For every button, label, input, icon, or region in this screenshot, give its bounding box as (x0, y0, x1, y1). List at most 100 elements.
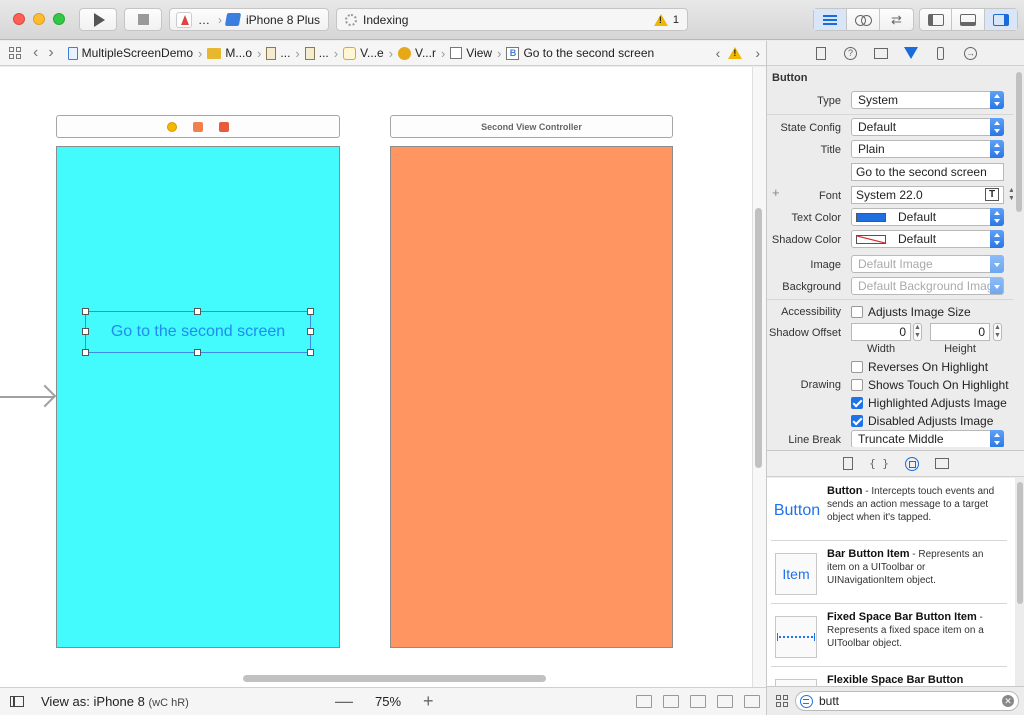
resize-handle[interactable] (194, 349, 201, 356)
clear-icon[interactable]: ✕ (1002, 695, 1014, 707)
shadow-color-popup[interactable]: Default (851, 230, 1004, 248)
list-item[interactable]: Fixed Space Bar Button Item - Represents… (771, 604, 1007, 667)
background-combo[interactable]: Default Background Imag (851, 277, 1004, 295)
scheme-selector[interactable]: … › iPhone 8 Plus (169, 8, 329, 31)
resize-handle[interactable] (82, 328, 89, 335)
scene-dock-first[interactable] (56, 115, 340, 138)
stop-button[interactable] (124, 8, 162, 31)
type-popup[interactable]: System (851, 91, 1004, 109)
back-arrow-icon[interactable]: ‹ (33, 44, 38, 62)
library-scrollbar[interactable] (1017, 482, 1023, 604)
canvas-horizontal-scrollbar[interactable] (243, 675, 546, 682)
resize-handle[interactable] (82, 308, 89, 315)
line-break-popup[interactable]: Truncate Middle (851, 430, 1004, 447)
font-field[interactable]: System 22.0 T (851, 186, 1004, 204)
canvas-vertical-scrollbar[interactable] (755, 208, 762, 468)
resize-handle[interactable] (307, 349, 314, 356)
list-item[interactable]: Button Button - Intercepts touch events … (771, 478, 1007, 541)
title-text-field[interactable]: Go to the second screen (851, 163, 1004, 181)
file-template-library-icon[interactable] (843, 457, 854, 470)
warning-icon[interactable] (728, 47, 743, 59)
width-stepper-icon[interactable]: ▲ ▼ (913, 323, 922, 341)
scene-dock-second[interactable]: Second View Controller (390, 115, 673, 138)
toggle-utilities-button[interactable] (984, 9, 1017, 30)
selected-button[interactable]: Go to the second screen (82, 308, 314, 356)
breadcrumb-view-controller[interactable]: V...r (398, 46, 436, 60)
initial-view-controller-arrow-icon[interactable] (0, 396, 55, 398)
grid-view-icon[interactable] (776, 695, 788, 707)
tab-attributes-inspector[interactable] (903, 45, 919, 61)
shadow-offset-width-field[interactable]: 0 (851, 323, 911, 341)
add-constraints-icon[interactable] (717, 695, 733, 708)
close-window-button[interactable] (13, 13, 25, 25)
breadcrumb-group[interactable]: M...o (207, 46, 252, 60)
align-icon[interactable] (690, 695, 706, 708)
run-button[interactable] (79, 8, 117, 31)
first-view-controller-scene[interactable]: Go to the second screen (56, 146, 340, 648)
font-picker-icon[interactable]: T (985, 188, 999, 201)
forward-arrow-icon[interactable]: › (48, 44, 53, 62)
title-type-popup[interactable]: Plain (851, 140, 1004, 158)
resize-handle[interactable] (82, 349, 89, 356)
highlighted-adjusts-image-checkbox[interactable] (851, 397, 863, 409)
state-config-popup[interactable]: Default (851, 118, 1004, 136)
library-filter-input[interactable]: butt ✕ (795, 691, 1019, 711)
view-as-selector[interactable]: View as: iPhone 8 (wC hR) (41, 694, 189, 709)
toggle-navigator-button[interactable] (920, 9, 953, 30)
inspector-scrollbar[interactable] (1016, 72, 1022, 212)
font-size-stepper-icon[interactable]: ▲ ▼ (1008, 187, 1013, 203)
toggle-debug-area-button[interactable] (952, 9, 985, 30)
view-controller-icon[interactable] (167, 121, 177, 132)
zoom-in-button[interactable]: + (423, 691, 434, 712)
exit-icon[interactable] (219, 121, 229, 132)
minimize-window-button[interactable] (33, 13, 45, 25)
list-item[interactable]: Item Bar Button Item - Represents an ite… (771, 541, 1007, 604)
breadcrumb-view[interactable]: View (450, 46, 492, 60)
text-color-popup[interactable]: Default (851, 208, 1004, 226)
image-combo[interactable]: Default Image (851, 255, 1004, 273)
resize-handle[interactable] (307, 308, 314, 315)
height-stepper-icon[interactable]: ▲ ▼ (993, 323, 1002, 341)
breadcrumb-project[interactable]: MultipleScreenDemo (67, 46, 193, 60)
breadcrumb-scene[interactable]: V...e (343, 46, 384, 60)
tab-file-inspector[interactable] (813, 45, 829, 61)
zoom-out-button[interactable]: — (335, 691, 353, 712)
storyboard-canvas[interactable]: Second View Controller Go to the second … (0, 67, 752, 687)
code-snippet-library-icon[interactable]: { } (869, 457, 889, 470)
update-frames-icon[interactable] (636, 695, 652, 708)
shows-touch-on-highlight-checkbox[interactable] (851, 379, 863, 391)
next-issue-icon[interactable]: › (755, 45, 760, 61)
tab-connections-inspector[interactable]: → (963, 45, 979, 61)
version-editor-button[interactable]: ⇄ (880, 9, 913, 30)
object-library-icon[interactable] (904, 456, 919, 471)
reverses-on-highlight-checkbox[interactable] (851, 361, 863, 373)
previous-issue-icon[interactable]: ‹ (716, 45, 721, 61)
media-library-icon[interactable] (934, 458, 949, 469)
assistant-editor-button[interactable] (847, 9, 880, 30)
button-object-icon: Button (773, 502, 821, 519)
chevron-right-icon: › (388, 45, 394, 61)
disabled-adjusts-image-checkbox[interactable] (851, 415, 863, 427)
adjusts-image-size-checkbox[interactable] (851, 306, 863, 318)
first-responder-icon[interactable] (193, 121, 203, 132)
related-items-icon[interactable] (9, 47, 21, 59)
warning-indicator[interactable]: 1 (653, 13, 679, 26)
embed-in-stack-icon[interactable] (663, 695, 679, 708)
zoom-window-button[interactable] (53, 13, 65, 25)
tab-quick-help[interactable]: ? (843, 45, 859, 61)
resolve-layout-issues-icon[interactable] (744, 695, 760, 708)
tab-size-inspector[interactable] (933, 45, 949, 61)
list-item[interactable]: Flexible Space Bar Button (771, 667, 1007, 686)
breadcrumb-storyboard-base[interactable]: ... (304, 46, 329, 60)
breadcrumb-button[interactable]: B Go to the second screen (506, 46, 654, 60)
standard-editor-button[interactable] (814, 9, 847, 30)
add-variation-icon[interactable]: + (772, 185, 780, 200)
resize-handle[interactable] (307, 328, 314, 335)
second-view-controller-scene[interactable] (390, 146, 673, 648)
color-swatch (856, 235, 886, 244)
document-outline-toggle-icon[interactable] (10, 696, 24, 707)
tab-identity-inspector[interactable] (873, 45, 889, 61)
breadcrumb-storyboard[interactable]: ... (266, 46, 290, 60)
resize-handle[interactable] (194, 308, 201, 315)
shadow-offset-height-field[interactable]: 0 (930, 323, 990, 341)
